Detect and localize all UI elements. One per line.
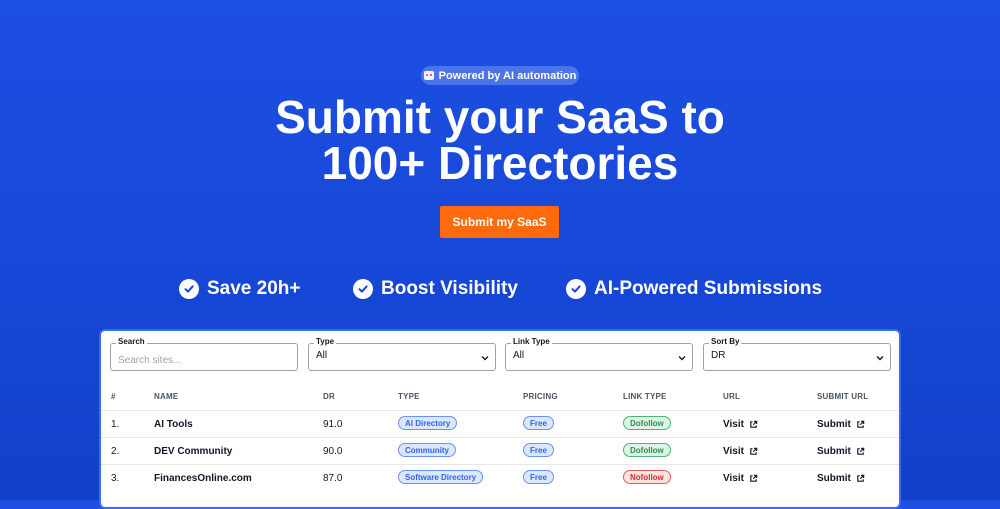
- external-link-icon: [750, 474, 758, 482]
- submit-my-saas-button[interactable]: Submit my SaaS: [440, 206, 559, 238]
- benefit-visibility: Boost Visibility: [353, 278, 518, 300]
- row-number: 1.: [111, 419, 120, 430]
- table-row: 1. AI Tools 91.0 AI Directory Free Dofollow Vi…: [101, 410, 899, 438]
- check-circle-icon: [353, 279, 373, 299]
- submit-link-label: Submit: [817, 446, 851, 457]
- column-header-dr: DR: [323, 392, 335, 401]
- column-header-submit-url: SUBMIT URL: [817, 392, 869, 401]
- column-header-number: #: [111, 392, 116, 401]
- benefit-label: Boost Visibility: [381, 278, 518, 299]
- column-header-type: TYPE: [398, 392, 420, 401]
- submit-link[interactable]: Submit: [817, 446, 865, 457]
- visit-link-label: Visit: [723, 446, 744, 457]
- benefit-label: AI-Powered Submissions: [594, 278, 823, 299]
- submit-link[interactable]: Submit: [817, 419, 865, 430]
- benefit-save-time: Save 20h+: [179, 278, 301, 300]
- search-filter: Search: [110, 337, 298, 371]
- visit-link-label: Visit: [723, 473, 744, 484]
- column-header-name: NAME: [154, 392, 179, 401]
- benefit-label: Save 20h+: [207, 278, 301, 299]
- row-number: 2.: [111, 446, 120, 457]
- type-filter[interactable]: Type All: [308, 337, 496, 371]
- directory-name: DEV Community: [154, 446, 233, 457]
- page-title-line-1: Submit your SaaS to: [275, 91, 725, 143]
- link-type-badge: Dofollow: [623, 443, 671, 457]
- external-link-icon: [857, 447, 865, 455]
- external-link-icon: [857, 420, 865, 428]
- column-header-url: URL: [723, 392, 741, 401]
- type-badge: Community: [398, 443, 456, 457]
- table-row: 3. FinancesOnline.com 87.0 Software Directo…: [101, 464, 899, 492]
- directory-name: AI Tools: [154, 419, 193, 430]
- pricing-badge: Free: [523, 416, 554, 430]
- link-type-badge: Nofollow: [623, 470, 671, 484]
- benefit-ai-submissions: AI-Powered Submissions: [566, 278, 822, 300]
- type-badge: Software Directory: [398, 470, 484, 484]
- robot-icon: [423, 71, 434, 80]
- visit-link[interactable]: Visit: [723, 446, 758, 457]
- submit-link-label: Submit: [817, 419, 851, 430]
- benefits-list: Save 20h+ Boost Visibility AI-Powered Su…: [0, 278, 1000, 302]
- domain-rating: 87.0: [323, 473, 343, 484]
- row-number: 3.: [111, 473, 120, 484]
- pricing-badge: Free: [523, 470, 554, 484]
- column-header-pricing: PRICING: [523, 392, 558, 401]
- link-type-badge: Dofollow: [623, 416, 671, 430]
- external-link-icon: [750, 420, 758, 428]
- table-row: 2. DEV Community 90.0 Community Free Dofollow…: [101, 437, 899, 465]
- type-select-value: All: [316, 350, 328, 361]
- link-type-filter[interactable]: Link Type All: [505, 337, 693, 371]
- domain-rating: 91.0: [323, 419, 343, 430]
- external-link-icon: [750, 447, 758, 455]
- column-header-link-type: LINK TYPE: [623, 392, 667, 401]
- page-title-line-2: 100+ Directories: [321, 137, 679, 189]
- chevron-down-icon: [876, 356, 884, 361]
- visit-link-label: Visit: [723, 419, 744, 430]
- hero-badge-label: Powered by AI automation: [438, 69, 577, 82]
- submit-link[interactable]: Submit: [817, 473, 865, 484]
- page-title: Submit your SaaS to 100+ Directories: [0, 94, 1000, 186]
- visit-link[interactable]: Visit: [723, 473, 758, 484]
- submit-link-label: Submit: [817, 473, 851, 484]
- search-input[interactable]: [111, 344, 297, 370]
- sort-by-filter[interactable]: Sort By DR: [703, 337, 891, 371]
- check-circle-icon: [566, 279, 586, 299]
- hero-badge: Powered by AI automation: [421, 66, 579, 85]
- link-type-select-value: All: [513, 350, 525, 361]
- chevron-down-icon: [481, 356, 489, 361]
- check-circle-icon: [179, 279, 199, 299]
- type-badge: AI Directory: [398, 416, 458, 430]
- sort-by-select-value: DR: [711, 350, 726, 361]
- external-link-icon: [857, 474, 865, 482]
- chevron-down-icon: [678, 356, 686, 361]
- visit-link[interactable]: Visit: [723, 419, 758, 430]
- directory-table-card: Search Type All Link Type All Sort By DR…: [99, 329, 901, 509]
- domain-rating: 90.0: [323, 446, 343, 457]
- pricing-badge: Free: [523, 443, 554, 457]
- directory-name: FinancesOnline.com: [154, 473, 252, 484]
